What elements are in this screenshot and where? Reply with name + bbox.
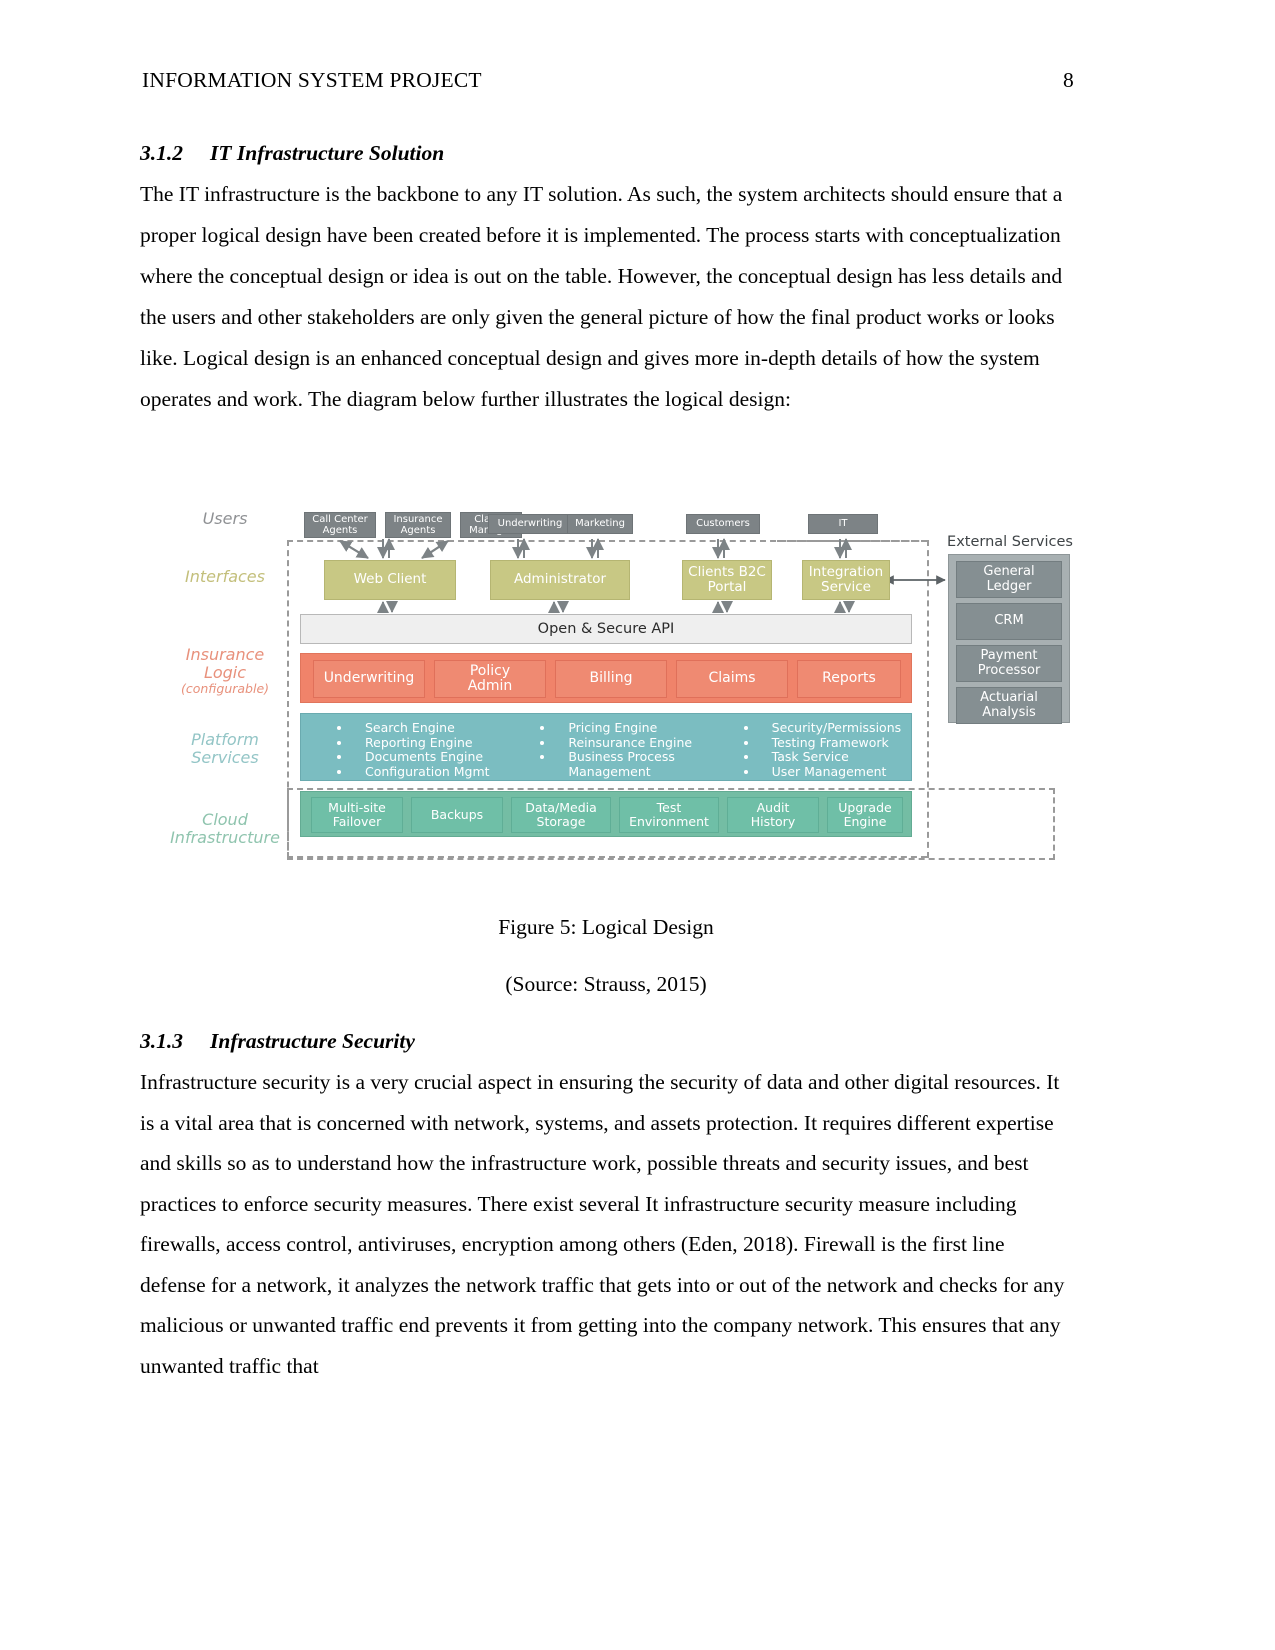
- figure-source-block: (Source: Strauss, 2015): [140, 972, 1072, 997]
- insurance-logic-band: Underwriting Policy Admin Billing Claims …: [300, 653, 912, 703]
- platform-services-column-2: Pricing Engine Reinsurance Engine Busine…: [504, 720, 707, 780]
- cloud-box-audit-history[interactable]: Audit History: [727, 797, 819, 833]
- platform-service-item: Documents Engine: [333, 750, 504, 765]
- figure-logical-design: Users Interfaces Insurance Logic (config…: [140, 488, 1080, 880]
- figure-canvas: Users Interfaces Insurance Logic (config…: [140, 488, 1080, 880]
- platform-services-column-1: Search Engine Reporting Engine Documents…: [301, 720, 504, 780]
- logic-box-billing[interactable]: Billing: [555, 660, 667, 698]
- user-box-underwriting[interactable]: Underwriting: [488, 514, 572, 534]
- figure-caption: Figure 5: Logical Design: [498, 915, 714, 939]
- section-heading-312: 3.1.2 IT Infrastructure Solution: [140, 138, 1072, 168]
- logic-box-reports[interactable]: Reports: [797, 660, 901, 698]
- platform-service-item: Security/Permissions: [740, 720, 911, 736]
- interface-box-integration-service[interactable]: Integration Service: [802, 560, 890, 600]
- user-box-it[interactable]: IT: [808, 514, 878, 534]
- cloud-box-backups[interactable]: Backups: [411, 797, 503, 833]
- external-service-actuarial-analysis[interactable]: Actuarial Analysis: [956, 687, 1062, 724]
- external-service-payment-processor[interactable]: Payment Processor: [956, 645, 1062, 682]
- interface-box-administrator[interactable]: Administrator: [490, 560, 630, 600]
- external-services-panel: General Ledger CRM Payment Processor Actua…: [948, 554, 1070, 724]
- section-body-313: Infrastructure security is a very crucia…: [140, 1070, 1065, 1378]
- platform-service-item: Reinsurance Engine: [536, 735, 707, 751]
- cloud-box-test-environment[interactable]: Test Environment: [619, 797, 719, 833]
- api-bar-open-secure-api[interactable]: Open & Secure API: [300, 614, 912, 644]
- row-label-interfaces: Interfaces: [185, 567, 265, 586]
- platform-services-band: Search Engine Reporting Engine Documents…: [300, 713, 912, 781]
- section-title-312: IT Infrastructure Solution: [210, 141, 445, 165]
- row-label-platform-services: Platform Services: [191, 730, 259, 767]
- row-label-cloud-infrastructure: Cloud Infrastructure: [170, 810, 280, 847]
- platform-service-item: User Management: [740, 764, 911, 780]
- section-title-313: Infrastructure Security: [210, 1029, 415, 1053]
- logic-box-claims[interactable]: Claims: [676, 660, 788, 698]
- figure-source: (Source: Strauss, 2015): [505, 972, 707, 996]
- logic-box-underwriting[interactable]: Underwriting: [313, 660, 425, 698]
- section-313: 3.1.3 Infrastructure Security Infrastruc…: [140, 1026, 1072, 1386]
- page-number: 8: [1063, 68, 1074, 92]
- cloud-box-multi-site-failover[interactable]: Multi-site Failover: [311, 797, 403, 833]
- interface-box-clients-b2c-portal[interactable]: Clients B2C Portal: [682, 560, 772, 600]
- section-number-313: 3.1.3: [140, 1029, 183, 1053]
- platform-service-item-continuation: Management: [568, 763, 651, 779]
- platform-service-item: Pricing Engine: [536, 720, 707, 736]
- logic-box-policy-admin[interactable]: Policy Admin: [434, 660, 546, 698]
- platform-service-item: Business Process: [536, 750, 707, 765]
- cloud-infrastructure-band: Multi-site Failover Backups Data/Media Sto…: [300, 791, 912, 837]
- running-header: INFORMATION SYSTEM PROJECT 8: [142, 68, 1074, 93]
- user-box-marketing[interactable]: Marketing: [567, 514, 633, 534]
- section-number-312: 3.1.2: [140, 141, 183, 165]
- figure-caption-block: Figure 5: Logical Design: [140, 915, 1072, 940]
- user-box-customers[interactable]: Customers: [686, 514, 760, 534]
- running-head-title: INFORMATION SYSTEM PROJECT: [142, 68, 482, 92]
- user-box-insurance-agents[interactable]: Insurance Agents: [385, 512, 451, 538]
- section-312: 3.1.2 IT Infrastructure Solution The IT …: [140, 138, 1072, 420]
- external-service-crm[interactable]: CRM: [956, 603, 1062, 640]
- cloud-box-data-media-storage[interactable]: Data/Media Storage: [511, 797, 611, 833]
- platform-service-item: Task Service: [740, 750, 911, 765]
- platform-service-item: Search Engine: [333, 720, 504, 736]
- row-label-insurance-logic: Insurance Logic (configurable): [180, 645, 270, 696]
- platform-service-item: Configuration Mgmt: [333, 764, 504, 780]
- interface-box-web-client[interactable]: Web Client: [324, 560, 456, 600]
- external-service-general-ledger[interactable]: General Ledger: [956, 561, 1062, 598]
- platform-services-column-3: Security/Permissions Testing Framework T…: [708, 720, 911, 780]
- cloud-box-upgrade-engine[interactable]: Upgrade Engine: [827, 797, 903, 833]
- user-box-call-center-agents[interactable]: Call Center Agents: [304, 512, 376, 538]
- external-services-title: External Services: [947, 534, 1073, 550]
- row-label-users: Users: [202, 509, 248, 528]
- section-body-312: The IT infrastructure is the backbone to…: [140, 182, 1063, 412]
- section-heading-313: 3.1.3 Infrastructure Security: [140, 1026, 1072, 1056]
- document-page: INFORMATION SYSTEM PROJECT 8 3.1.2 IT In…: [0, 0, 1275, 1650]
- platform-service-item: Testing Framework: [740, 735, 911, 751]
- platform-service-item: Reporting Engine: [333, 735, 504, 751]
